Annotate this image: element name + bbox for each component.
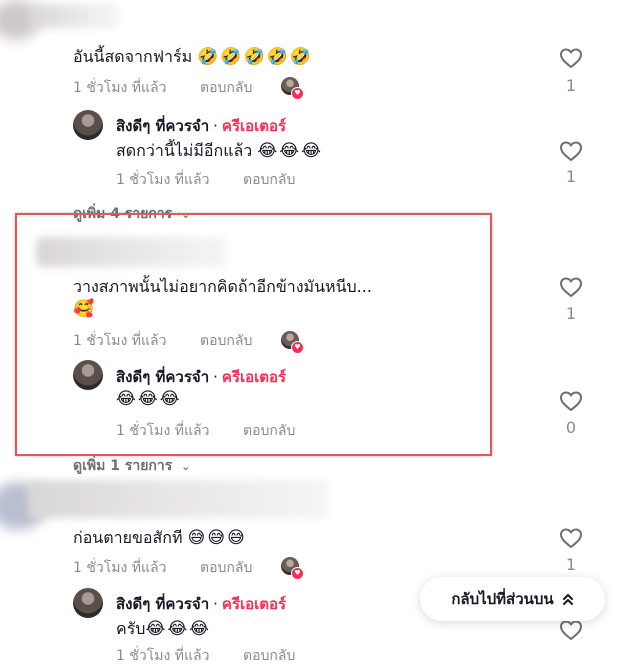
view-more-label: ดูเพิ่ม 1 รายการ (73, 458, 173, 474)
reply-text: 😂😂😂 (116, 389, 182, 409)
creator-badge: ครีเอเตอร์ (221, 368, 287, 386)
creator-badge: ครีเอเตอร์ (221, 117, 287, 135)
blurred-username (30, 4, 120, 28)
author-name[interactable]: สิงดีๆ ที่ควรจำ (116, 368, 209, 386)
comment-time: 1 ชั่วโมง ที่แล้ว (73, 560, 167, 576)
reply-author: สิงดีๆ ที่ควรจำ · ครีเอเตอร์ (116, 365, 286, 389)
heart-icon[interactable] (559, 276, 583, 298)
reply-emoji: 😂😂😂 (116, 389, 182, 409)
reply-time: 1 ชั่วโมง ที่แล้ว (116, 423, 210, 439)
comment-time: 1 ชั่วโมง ที่แล้ว (73, 80, 167, 96)
comment-text: วางสภาพนั้นไม่อยากคิดถ้าอีกข้างมันหนีบ..… (73, 275, 372, 300)
blurred-username (28, 480, 328, 518)
reply-button[interactable]: ตอบกลับ (200, 330, 252, 352)
comment-text: ก่อนตายขอสักที 😅😅😅 (73, 526, 247, 551)
author-name[interactable]: สิงดีๆ ที่ควรจำ (116, 117, 209, 135)
like-count: 1 (565, 304, 577, 323)
reply-text: สดกว่านี้ไม่มีอีกแล้ว 😂😂😂 (116, 139, 323, 164)
heart-icon[interactable] (559, 390, 583, 412)
avatar (73, 110, 103, 140)
avatar (73, 588, 103, 618)
reply-author: สิงดีๆ ที่ควรจำ · ครีเอเตอร์ (116, 114, 286, 138)
heart-icon[interactable] (559, 527, 583, 549)
creator-liked-heart-icon: ♥ (291, 87, 304, 100)
reply-button[interactable]: ตอบกลับ (243, 645, 295, 667)
comment-body: วางสภาพนั้นไม่อยากคิดถ้าอีกข้างมันหนีบ..… (73, 277, 372, 296)
heart-icon[interactable] (559, 47, 583, 69)
like-count: 1 (565, 76, 577, 95)
comment-emoji: 🤣🤣🤣🤣🤣 (197, 47, 314, 67)
separator: · (213, 595, 218, 613)
avatar (73, 360, 103, 390)
creator-liked-heart-icon: ♥ (291, 567, 304, 580)
heart-icon[interactable] (559, 140, 583, 162)
comment-emoji: 🥰 (73, 299, 97, 319)
author-name[interactable]: สิงดีๆ ที่ควรจำ (116, 595, 209, 613)
blurred-username (36, 237, 226, 267)
back-to-top-label: กลับไปที่ส่วนบน (451, 590, 554, 608)
back-to-top-button[interactable]: กลับไปที่ส่วนบน (420, 577, 605, 621)
comment-body: อันนี้สดจากฟาร์ม (73, 47, 193, 66)
reply-author: สิงดีๆ ที่ควรจำ · ครีเอเตอร์ (116, 592, 286, 616)
reply-emoji: 😂😂😂 (145, 619, 212, 639)
separator: · (213, 117, 218, 135)
reply-text: ครับ😂😂😂 (116, 617, 211, 642)
chevron-double-up-icon (562, 594, 573, 605)
comment-time: 1 ชั่วโมง ที่แล้ว (73, 333, 167, 349)
comment-text-continued: 🥰 (73, 299, 96, 319)
reply-button[interactable]: ตอบกลับ (243, 169, 295, 191)
like-count: 1 (565, 167, 577, 186)
reply-body: ครับ (116, 619, 146, 638)
creator-badge: ครีเอเตอร์ (221, 595, 287, 613)
comment-emoji: 😅😅😅 (187, 528, 247, 548)
view-more-replies[interactable]: ดูเพิ่ม 1 รายการ ⌄ (73, 455, 190, 477)
reply-time: 1 ชั่วโมง ที่แล้ว (116, 648, 210, 664)
comment-text: อันนี้สดจากฟาร์ม 🤣🤣🤣🤣🤣 (73, 45, 313, 70)
heart-icon[interactable] (559, 619, 583, 641)
separator: · (213, 368, 218, 386)
chevron-down-icon: ⌄ (181, 460, 191, 473)
reply-emoji: 😂😂😂 (257, 141, 323, 161)
reply-body: สดกว่านี้ไม่มีอีกแล้ว (116, 141, 253, 160)
like-count: 1 (565, 555, 577, 574)
like-count: 0 (565, 418, 577, 437)
creator-liked-heart-icon: ♥ (291, 341, 304, 354)
reply-button[interactable]: ตอบกลับ (200, 557, 252, 579)
reply-button[interactable]: ตอบกลับ (243, 420, 295, 442)
reply-button[interactable]: ตอบกลับ (200, 77, 252, 99)
comment-body: ก่อนตายขอสักที (73, 528, 183, 547)
reply-time: 1 ชั่วโมง ที่แล้ว (116, 172, 210, 188)
